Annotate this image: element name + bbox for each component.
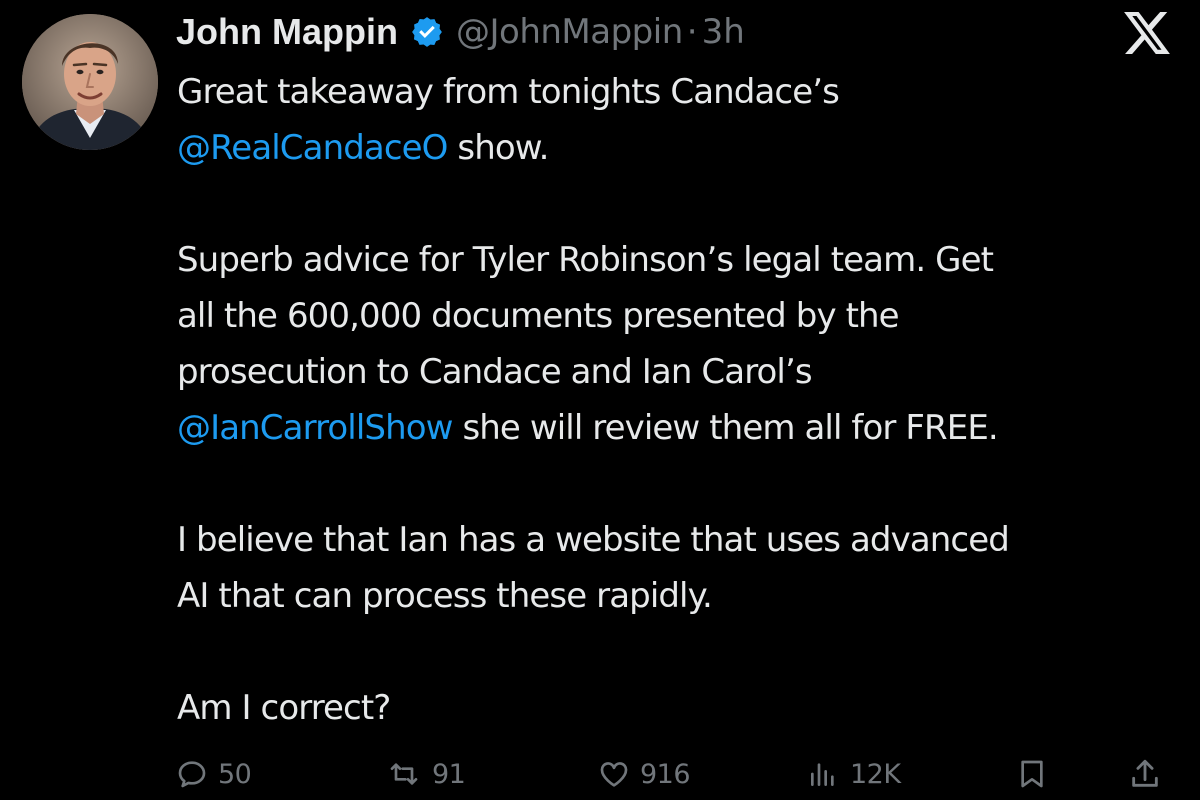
avatar[interactable]: [22, 14, 158, 150]
tweet-card: John Mappin @JohnMappin · 3h Great takea…: [0, 0, 1200, 797]
header-separator: ·: [686, 12, 698, 52]
tweet-paragraph: Superb advice for Tyler Robinson’s legal…: [177, 232, 1187, 456]
tweet-text: Great takeaway from tonights Candace’s @…: [177, 64, 1187, 736]
tweet-line: @RealCandaceO show.: [177, 120, 1187, 176]
tweet-line: AI that can process these rapidly.: [177, 576, 713, 616]
views-button[interactable]: 12K: [806, 748, 901, 800]
tweet-header: John Mappin @JohnMappin · 3h: [176, 4, 745, 60]
bookmark-icon: [1021, 760, 1043, 788]
views-chart-icon: [811, 763, 834, 786]
display-name[interactable]: John Mappin: [176, 11, 398, 53]
tweet-line: I believe that Ian has a website that us…: [177, 520, 1010, 560]
tweet-line: prosecution to Candace and Ian Carol’s: [177, 352, 813, 392]
tweet-paragraph: I believe that Ian has a website that us…: [177, 512, 1187, 624]
like-button[interactable]: 916: [598, 748, 691, 800]
like-count: 916: [640, 758, 691, 790]
tweet-line: @IanCarrollShow she will review them all…: [177, 400, 1187, 456]
mention-iancarrollshow[interactable]: @IanCarrollShow: [177, 408, 453, 448]
verified-badge-icon: [410, 15, 444, 49]
repost-icon: [390, 763, 418, 785]
post-time[interactable]: 3h: [702, 12, 745, 52]
tweet-paragraph: Am I correct?: [177, 680, 1187, 736]
bookmark-button[interactable]: [1016, 748, 1048, 800]
tweet-line-text: she will review them all for FREE.: [452, 408, 998, 448]
heart-icon: [600, 762, 628, 787]
repost-button[interactable]: 91: [386, 748, 466, 800]
share-button[interactable]: [1128, 748, 1162, 800]
user-handle[interactable]: @JohnMappin: [456, 12, 683, 52]
mention-realcandaceo[interactable]: @RealCandaceO: [177, 128, 448, 168]
tweet-line: Superb advice for Tyler Robinson’s legal…: [177, 240, 994, 280]
view-count: 12K: [850, 758, 901, 790]
tweet-line-text: show.: [447, 128, 549, 168]
share-icon: [1132, 759, 1158, 787]
x-logo-icon: [1124, 12, 1170, 54]
repost-count: 91: [432, 758, 466, 790]
tweet-paragraph: Great takeaway from tonights Candace’s @…: [177, 64, 1187, 176]
tweet-line: all the 600,000 documents presented by t…: [177, 296, 900, 336]
tweet-line: Am I correct?: [177, 688, 391, 728]
reply-icon: [178, 761, 206, 788]
tweet-line: Great takeaway from tonights Candace’s: [177, 72, 840, 112]
avatar-photo: [22, 14, 158, 150]
reply-count: 50: [218, 758, 252, 790]
action-bar: 50 91 916 12K: [0, 748, 1200, 800]
reply-button[interactable]: 50: [176, 748, 252, 800]
